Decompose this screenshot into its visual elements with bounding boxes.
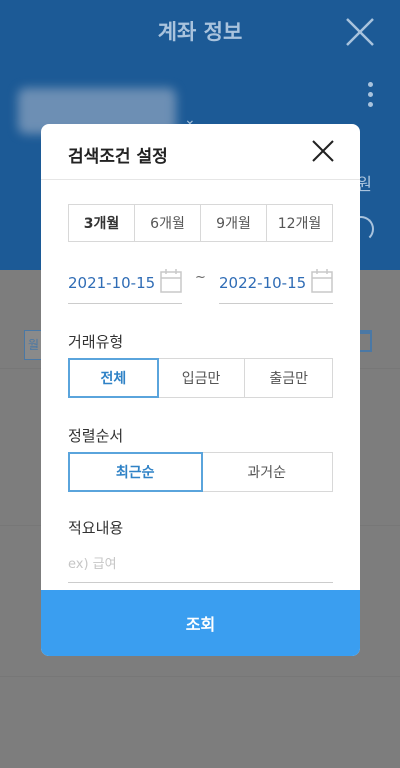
calendar-icon[interactable] xyxy=(160,268,182,294)
more-options-icon[interactable] xyxy=(366,82,374,110)
period-selector: 3개월 6개월 9개월 12개월 xyxy=(68,204,333,242)
background-title: 계좌 정보 xyxy=(157,20,243,44)
memo-label: 적요내용 xyxy=(68,519,124,537)
start-date-text: 2021-10-15 xyxy=(68,274,156,292)
end-date-text: 2022-10-15 xyxy=(219,274,307,292)
transaction-type-all-button[interactable]: 전체 xyxy=(68,358,159,398)
close-icon[interactable] xyxy=(310,138,336,164)
transaction-type-deposit-button[interactable]: 입금만 xyxy=(158,359,246,397)
background-chip: 월 xyxy=(24,330,42,360)
modal-title: 검색조건 설정 xyxy=(68,147,168,167)
modal-header: 검색조건 설정 xyxy=(41,124,360,180)
sort-order-selector: 최근순 과거순 xyxy=(68,452,333,492)
transaction-type-withdrawal-button[interactable]: 출금만 xyxy=(245,359,332,397)
period-3-months-button[interactable]: 3개월 xyxy=(69,205,135,241)
background-close-icon[interactable] xyxy=(344,16,376,48)
memo-input[interactable] xyxy=(68,547,333,583)
sort-oldest-button[interactable]: 과거순 xyxy=(202,453,333,491)
search-condition-modal: 검색조건 설정 3개월 6개월 9개월 12개월 2021-10-15 ~ 20… xyxy=(41,124,360,656)
search-submit-button[interactable]: 조회 xyxy=(41,590,360,656)
period-12-months-button[interactable]: 12개월 xyxy=(267,205,332,241)
period-9-months-button[interactable]: 9개월 xyxy=(201,205,267,241)
sort-order-label: 정렬순서 xyxy=(68,427,124,445)
sort-recent-button[interactable]: 최근순 xyxy=(68,452,203,492)
period-6-months-button[interactable]: 6개월 xyxy=(135,205,201,241)
date-separator: ~ xyxy=(195,270,206,285)
start-date-field[interactable]: 2021-10-15 xyxy=(68,264,182,304)
transaction-type-label: 거래유형 xyxy=(68,333,124,351)
transaction-type-selector: 전체 입금만 출금만 xyxy=(68,358,333,398)
end-date-field[interactable]: 2022-10-15 xyxy=(219,264,333,304)
calendar-icon[interactable] xyxy=(311,268,333,294)
divider xyxy=(0,676,400,677)
